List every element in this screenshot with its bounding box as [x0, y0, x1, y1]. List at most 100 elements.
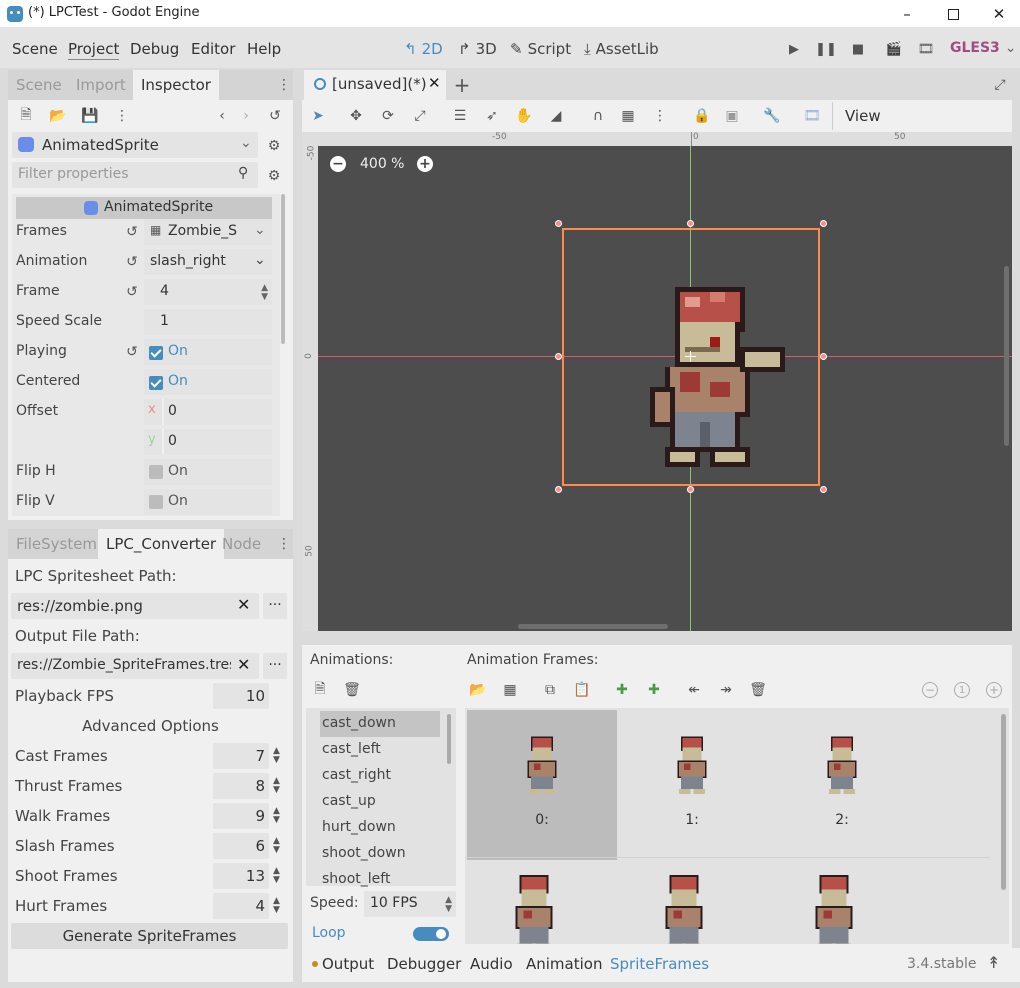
bone-icon[interactable]: 🔧: [762, 105, 782, 127]
lock-icon[interactable]: 🔒: [692, 105, 712, 127]
clear-icon[interactable]: ✕: [237, 595, 250, 614]
flip-h-checkbox[interactable]: On: [144, 459, 272, 485]
revert-icon[interactable]: ↺: [124, 283, 140, 301]
play-button[interactable]: ▶: [782, 38, 806, 60]
object-history-icon[interactable]: ↺: [265, 106, 285, 126]
speed-spinbox[interactable]: 10 FPS ▲ ▼: [364, 891, 456, 917]
spritesheet-icon[interactable]: ▦: [500, 680, 520, 700]
frames-resource-field[interactable]: ▦ Zombie_S ⌄: [144, 219, 272, 245]
paste-icon[interactable]: 📋: [572, 680, 592, 700]
new-animation-icon[interactable]: 🗎: [310, 680, 330, 700]
pivot-icon[interactable]: ➶: [482, 105, 502, 127]
canvas-hscrollbar[interactable]: [518, 624, 668, 629]
resize-handle[interactable]: [820, 353, 827, 360]
menu-project[interactable]: Project: [68, 40, 120, 60]
zombie-sprite[interactable]: [640, 282, 790, 477]
resize-handle[interactable]: [687, 220, 694, 227]
move-left-icon[interactable]: ↞: [684, 680, 704, 700]
spin-arrows-icon[interactable]: ▲ ▼: [273, 807, 280, 825]
count-spinbox[interactable]: 7: [213, 743, 269, 769]
inspector-scrollbar[interactable]: [281, 194, 285, 344]
delete-animation-icon[interactable]: 🗑: [342, 680, 362, 700]
move-mode-icon[interactable]: ✥: [346, 105, 366, 127]
frame-thumbnail[interactable]: [503, 867, 565, 944]
resize-handle[interactable]: [820, 220, 827, 227]
ruler-mode-icon[interactable]: ◢: [546, 105, 566, 127]
frames-scrollbar[interactable]: [1001, 714, 1006, 890]
animation-item-cast-up[interactable]: cast_up: [322, 793, 376, 809]
maximize-button[interactable]: [930, 0, 976, 28]
workspace-assetlib-button[interactable]: ⤓ AssetLib: [584, 40, 659, 58]
tab-node[interactable]: Node: [214, 529, 269, 559]
menu-debug[interactable]: Debug: [130, 40, 179, 58]
scale-mode-icon[interactable]: ⤢: [410, 105, 430, 127]
history-forward-icon[interactable]: ›: [237, 106, 255, 126]
sheet-path-input[interactable]: res://zombie.png ✕: [11, 593, 259, 619]
count-spinbox[interactable]: 6: [213, 833, 269, 859]
close-window-button[interactable]: ✕: [976, 0, 1020, 28]
open-folder-icon[interactable]: 📂: [48, 106, 68, 126]
copy-icon[interactable]: ⧉: [540, 680, 560, 700]
generate-spriteframes-button[interactable]: Generate SpriteFrames: [11, 923, 288, 949]
offset-y-field[interactable]: y 0: [144, 429, 272, 455]
renderer-select[interactable]: GLES3 ⌄: [950, 40, 1016, 56]
spin-arrows-icon[interactable]: ▲ ▼: [273, 837, 280, 855]
workspace-3d-button[interactable]: ↱ 3D: [458, 40, 497, 58]
count-spinbox[interactable]: 13: [213, 863, 269, 889]
animation-item-cast-right[interactable]: cast_right: [322, 767, 391, 783]
flip-v-checkbox[interactable]: On: [144, 489, 272, 515]
tab-output[interactable]: Output: [322, 955, 374, 973]
spin-arrows-icon[interactable]: ▲ ▼: [273, 867, 280, 885]
resize-handle[interactable]: [555, 353, 562, 360]
zoom-level[interactable]: 400 %: [360, 156, 404, 172]
snap-options-icon[interactable]: ⋮: [650, 105, 670, 127]
spin-arrows-icon[interactable]: ▲ ▼: [273, 897, 280, 915]
zoom-in-icon[interactable]: +: [417, 156, 433, 172]
loop-toggle[interactable]: [413, 927, 449, 941]
new-resource-icon[interactable]: 🗎: [16, 106, 36, 126]
animation-item-shoot-down[interactable]: shoot_down: [322, 845, 406, 861]
property-options-icon[interactable]: ⚙: [264, 166, 284, 186]
insert-after-icon[interactable]: ✚: [644, 680, 664, 700]
stop-button[interactable]: ■: [846, 38, 870, 60]
playing-checkbox[interactable]: On: [144, 339, 272, 365]
dock-menu-icon[interactable]: ⋮: [277, 76, 291, 94]
tab-import[interactable]: Import: [68, 70, 134, 100]
play-scene-icon[interactable]: 🎬: [882, 38, 906, 60]
count-spinbox[interactable]: 8: [213, 773, 269, 799]
tab-animation[interactable]: Animation: [526, 955, 602, 973]
delete-frame-icon[interactable]: 🗑: [748, 680, 768, 700]
frame-thumbnail[interactable]: [803, 867, 865, 944]
zoom-out-icon[interactable]: −: [922, 682, 938, 698]
speed-scale-field[interactable]: 1: [144, 309, 272, 335]
playback-fps-field[interactable]: 10: [213, 683, 269, 709]
pause-button[interactable]: ❚❚: [814, 38, 838, 60]
load-frames-icon[interactable]: 📂: [468, 680, 488, 700]
select-mode-icon[interactable]: ➤: [308, 105, 328, 127]
revert-icon[interactable]: ↺: [124, 223, 140, 241]
animation-select[interactable]: slash_right ⌄: [144, 249, 272, 275]
zoom-reset-icon[interactable]: 1: [954, 682, 970, 698]
pan-mode-icon[interactable]: ✋: [514, 105, 534, 127]
move-right-icon[interactable]: ↠: [716, 680, 736, 700]
output-path-input[interactable]: res://Zombie_SpriteFrames.tres ✕: [11, 653, 259, 679]
menu-help[interactable]: Help: [247, 40, 281, 58]
save-icon[interactable]: 💾: [80, 106, 100, 126]
frame-thumbnail[interactable]: [653, 867, 715, 944]
resize-handle[interactable]: [555, 220, 562, 227]
count-spinbox[interactable]: 9: [213, 803, 269, 829]
group-icon[interactable]: ▣: [722, 105, 742, 127]
rotate-mode-icon[interactable]: ⟳: [378, 105, 398, 127]
sheet-path-browse-button[interactable]: ...: [263, 593, 287, 619]
new-scene-tab-icon[interactable]: +: [452, 73, 472, 97]
camera-override-icon[interactable]: 🎞: [802, 105, 822, 127]
resize-handle[interactable]: [820, 486, 827, 493]
node-help-icon[interactable]: ⚙: [264, 136, 284, 156]
workspace-script-button[interactable]: ✎ Script: [510, 40, 571, 58]
smart-snap-icon[interactable]: ∩: [588, 105, 608, 127]
scene-tab[interactable]: [unsaved](*) ✕: [304, 70, 446, 100]
close-tab-icon[interactable]: ✕: [428, 74, 441, 92]
grid-snap-icon[interactable]: ▦: [618, 105, 638, 127]
menu-editor[interactable]: Editor: [191, 40, 235, 58]
filter-properties-input[interactable]: Filter properties ⚲: [12, 162, 258, 188]
